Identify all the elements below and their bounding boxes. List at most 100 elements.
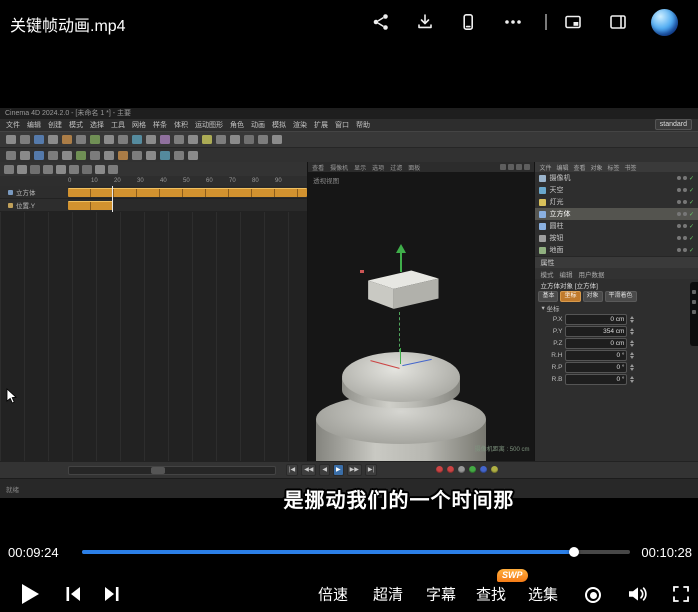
pip-icon[interactable] bbox=[563, 12, 583, 32]
timeline-slider[interactable] bbox=[68, 466, 276, 476]
visibility-dot[interactable] bbox=[682, 188, 687, 193]
stepper-up-icon[interactable] bbox=[630, 375, 635, 379]
timeline-grid[interactable] bbox=[0, 212, 308, 462]
move-gizmo-arrow[interactable] bbox=[400, 252, 403, 273]
keyframe-bar[interactable] bbox=[68, 188, 308, 198]
timeline-slider-handle[interactable] bbox=[151, 467, 166, 475]
attr-section-tab[interactable]: 平滑着色 bbox=[604, 291, 637, 303]
attribute-input[interactable]: 0 cm bbox=[565, 313, 628, 325]
visibility-dot[interactable] bbox=[676, 236, 681, 241]
toolbar-icon[interactable] bbox=[108, 164, 118, 174]
visibility-dot[interactable] bbox=[682, 224, 687, 229]
swp-badge[interactable]: SWP bbox=[497, 569, 528, 582]
object-row[interactable]: 天空 ✓ bbox=[535, 184, 698, 196]
object-manager-menu-item[interactable]: 编辑 bbox=[556, 163, 568, 172]
visibility-dot[interactable] bbox=[676, 176, 681, 181]
menu-item[interactable]: 体积 bbox=[174, 120, 188, 130]
stepper-down-icon[interactable] bbox=[630, 343, 635, 347]
toolbar-icon[interactable] bbox=[202, 134, 212, 144]
stepper[interactable] bbox=[630, 363, 635, 371]
visibility-dot[interactable] bbox=[682, 236, 687, 241]
toolbar-icon[interactable] bbox=[17, 164, 27, 174]
stepper[interactable] bbox=[630, 339, 635, 347]
toolbar-icon[interactable] bbox=[48, 150, 58, 160]
transport-button[interactable]: ◀ bbox=[319, 464, 331, 477]
transport-button[interactable]: ▶| bbox=[364, 464, 378, 477]
toolbar-icon[interactable] bbox=[48, 134, 58, 144]
toolbar-icon[interactable] bbox=[43, 164, 53, 174]
menu-item[interactable]: 窗口 bbox=[335, 120, 349, 130]
timeline-track[interactable]: 位置.Y bbox=[0, 199, 308, 213]
object-manager-menu-item[interactable]: 查看 bbox=[574, 163, 586, 172]
stepper[interactable] bbox=[630, 375, 635, 383]
stepper-down-icon[interactable] bbox=[630, 379, 635, 383]
device-icon[interactable] bbox=[458, 12, 478, 32]
avatar[interactable] bbox=[651, 9, 678, 36]
object-row[interactable]: 摄像机 ✓ bbox=[535, 172, 698, 184]
more-icon[interactable] bbox=[503, 12, 523, 32]
stepper-down-icon[interactable] bbox=[630, 319, 635, 323]
enabled-check-icon[interactable]: ✓ bbox=[689, 187, 694, 194]
transport-button[interactable]: |◀ bbox=[286, 464, 299, 477]
object-toggles[interactable]: ✓ bbox=[676, 223, 694, 230]
toolbar-icon[interactable] bbox=[30, 164, 40, 174]
visibility-dot[interactable] bbox=[676, 248, 681, 253]
share-icon[interactable] bbox=[371, 12, 391, 32]
track-lane[interactable] bbox=[68, 186, 308, 198]
speed-button[interactable]: 倍速 bbox=[318, 584, 348, 605]
object-row[interactable]: 圆柱 ✓ bbox=[535, 220, 698, 232]
toolbar-icon[interactable] bbox=[132, 134, 142, 144]
enabled-check-icon[interactable]: ✓ bbox=[689, 175, 694, 182]
toolbar-icon[interactable] bbox=[258, 134, 268, 144]
quality-button[interactable]: 超清 bbox=[373, 584, 403, 605]
toolbar-icon[interactable] bbox=[146, 134, 156, 144]
attr-mode-tab[interactable]: 编辑 bbox=[559, 269, 572, 279]
toolbar-icon[interactable] bbox=[69, 164, 79, 174]
menu-item[interactable]: 帮助 bbox=[356, 120, 370, 130]
object-toggles[interactable]: ✓ bbox=[676, 175, 694, 182]
visibility-dot[interactable] bbox=[676, 224, 681, 229]
menu-item[interactable]: 网格 bbox=[132, 120, 146, 130]
toolbar-icon[interactable] bbox=[146, 150, 156, 160]
toolbar-icon[interactable] bbox=[76, 150, 86, 160]
layout-selector[interactable]: standard bbox=[654, 119, 692, 131]
viewport-nav-icons[interactable] bbox=[500, 164, 531, 171]
attribute-input[interactable]: 354 cm bbox=[565, 325, 628, 337]
timeline-playhead[interactable] bbox=[112, 186, 113, 213]
attribute-input[interactable]: 0 ° bbox=[565, 349, 628, 361]
toolbar-icon[interactable] bbox=[104, 134, 114, 144]
viewport-menu-item[interactable]: 查看 bbox=[312, 163, 324, 172]
visibility-dot[interactable] bbox=[682, 212, 687, 217]
toolbar-icon[interactable] bbox=[20, 150, 30, 160]
volume-icon[interactable] bbox=[626, 584, 648, 604]
attr-section-tab[interactable]: 基本 bbox=[538, 291, 559, 303]
move-gizmo-arrowhead[interactable] bbox=[396, 244, 407, 254]
object-row[interactable]: 立方体 ✓ bbox=[535, 208, 698, 221]
object-manager-menu-item[interactable]: 对象 bbox=[591, 163, 603, 172]
theater-mode-icon[interactable] bbox=[608, 12, 628, 32]
menu-item[interactable]: 编辑 bbox=[27, 120, 41, 130]
toolbar-icon[interactable] bbox=[104, 150, 114, 160]
toolbar-icon[interactable] bbox=[62, 134, 72, 144]
stepper-down-icon[interactable] bbox=[630, 355, 635, 359]
viewport-menu-item[interactable]: 显示 bbox=[354, 163, 366, 172]
toolbar-icon[interactable] bbox=[174, 134, 184, 144]
toolbar-icon[interactable] bbox=[160, 134, 170, 144]
menu-item[interactable]: 模式 bbox=[69, 120, 83, 130]
toolbar-icon[interactable] bbox=[34, 150, 44, 160]
fullscreen-icon[interactable] bbox=[671, 584, 691, 604]
toolbar-icon[interactable] bbox=[90, 150, 100, 160]
menu-item[interactable]: 创建 bbox=[48, 120, 62, 130]
visibility-dot[interactable] bbox=[676, 212, 681, 217]
attribute-input[interactable]: 0 ° bbox=[565, 373, 628, 385]
enabled-check-icon[interactable]: ✓ bbox=[689, 223, 694, 230]
object-toggles[interactable]: ✓ bbox=[676, 199, 694, 206]
menu-item[interactable]: 运动图形 bbox=[195, 120, 223, 130]
toolbar-icon[interactable] bbox=[90, 134, 100, 144]
subtitles-button[interactable]: 字幕 bbox=[426, 584, 456, 605]
viewport-menu-item[interactable]: 摄像机 bbox=[330, 163, 348, 172]
menu-item[interactable]: 扩展 bbox=[314, 120, 328, 130]
transport-button[interactable]: ◀◀ bbox=[301, 464, 317, 477]
keyframe-bar[interactable] bbox=[68, 201, 114, 211]
visibility-dot[interactable] bbox=[682, 176, 687, 181]
